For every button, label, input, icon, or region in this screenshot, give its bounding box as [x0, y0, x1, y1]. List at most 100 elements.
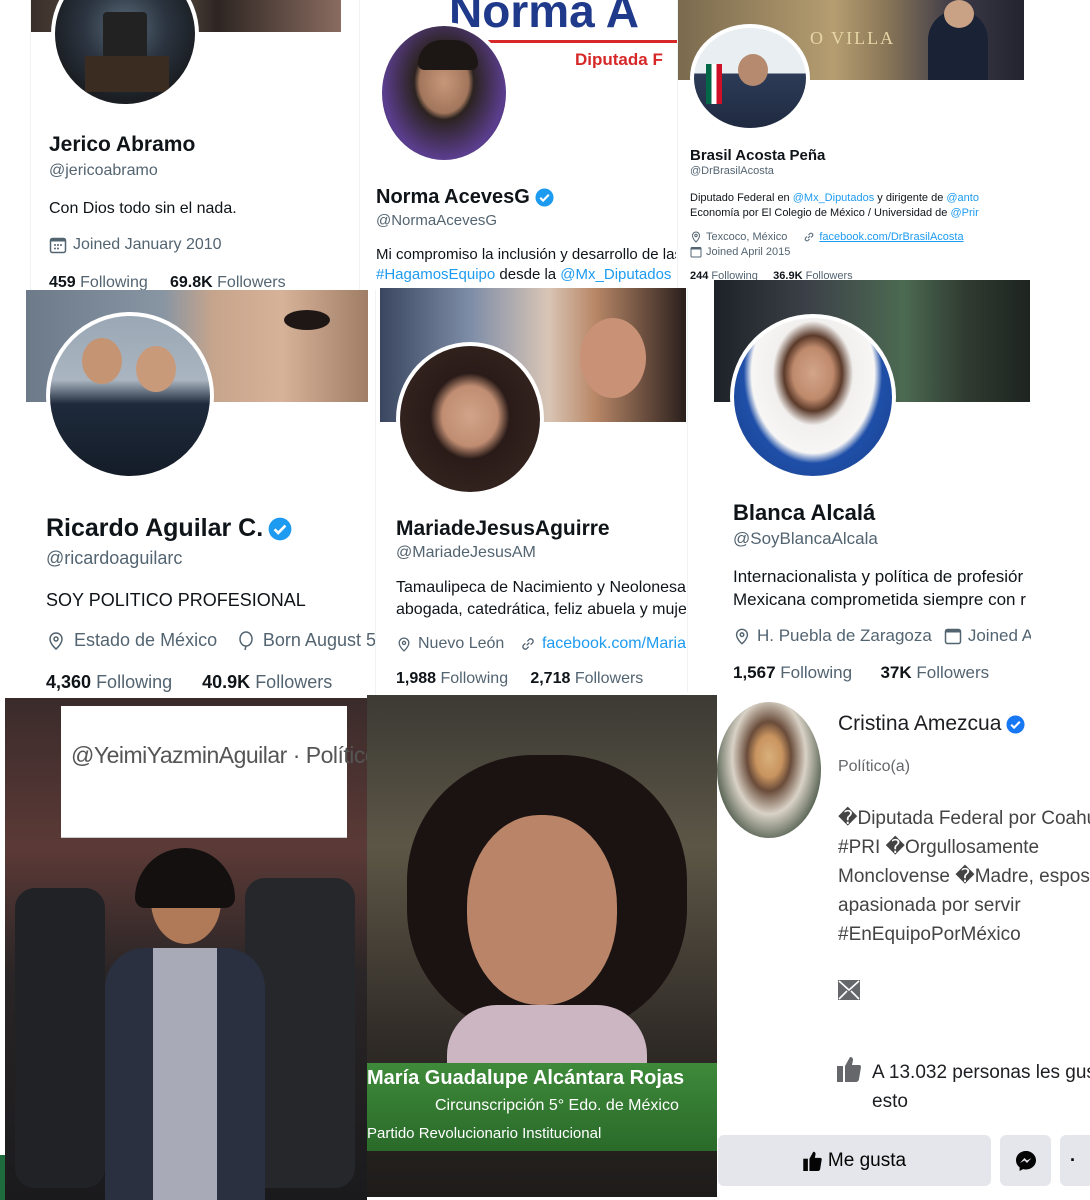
follow-stats: 4,360 Following 40.9K Followers	[46, 672, 332, 693]
location-text: Estado de México	[74, 630, 218, 650]
calendar-icon	[690, 247, 702, 258]
banner-text: O VILLA	[810, 28, 896, 48]
profile-card-mariadejesus: MariadeJesusAguirre @MariadeJesusAM Tama…	[378, 288, 688, 692]
location-text: Nuevo León	[418, 635, 505, 652]
mention-link-2[interactable]: @anto	[946, 192, 979, 204]
joined-date: Joined January 2010	[49, 236, 222, 254]
page-category: Político(a)	[838, 758, 911, 775]
avatar[interactable]	[717, 702, 821, 838]
link-icon	[522, 638, 534, 650]
location-pin-icon	[735, 628, 749, 645]
like-button-label: Me gusta	[827, 1149, 907, 1171]
profile-bio-line1: Tamaulipeca de Nacimiento y Neolonesa	[396, 579, 686, 596]
following-link[interactable]: 4,360 Following	[46, 672, 172, 692]
avatar[interactable]	[730, 314, 896, 480]
link-icon	[805, 232, 814, 242]
thumbs-up-icon	[837, 1057, 861, 1082]
profile-bio-line1: Mi compromiso la inclusión y desarrollo …	[376, 246, 676, 263]
avatar[interactable]	[378, 22, 510, 164]
following-link[interactable]: 1,988 Following	[396, 670, 508, 687]
mention-link[interactable]: @Mx_Diputados	[560, 266, 671, 283]
profile-name: Brasil Acosta Peña	[690, 147, 826, 164]
joined-text: Joined April 2015	[706, 246, 791, 258]
photo-seat-left	[15, 888, 105, 1188]
person-figure	[407, 755, 687, 1085]
followers-link[interactable]: 37K Followers	[880, 663, 989, 682]
verified-badge-icon	[268, 517, 292, 540]
profile-handle[interactable]: @jericoabramo	[49, 162, 158, 180]
profile-bio-line2: Economía por El Colegio de México / Univ…	[690, 207, 979, 219]
more-icon: ·	[1070, 1150, 1076, 1170]
caption-name: María Guadalupe Alcántara Rojas	[367, 1067, 685, 1089]
left-edge-strip	[0, 1155, 5, 1200]
joined-date: Joined April 2015	[690, 246, 790, 258]
location-joined-row: H. Puebla de Zaragoza Joined A	[733, 626, 1031, 646]
profile-handle[interactable]: @NormaAcevesG	[376, 212, 497, 229]
caption-box: @YeimiYazminAguilar · Político(a)	[61, 706, 367, 838]
location-pin-icon	[49, 631, 63, 650]
page-name[interactable]: Cristina Amezcua	[838, 712, 1001, 736]
profile-name: Ricardo Aguilar C.	[46, 514, 264, 542]
verified-badge-icon	[1006, 714, 1025, 734]
calendar-icon	[944, 628, 962, 645]
location-pin-icon	[691, 231, 701, 243]
joined-text: Joined January 2010	[73, 236, 222, 253]
profile-card-ricardo: Ricardo Aguilar C. @ricardoaguilarc SOY …	[26, 290, 376, 696]
follow-stats: 1,988 Following 2,718 Followers	[396, 670, 643, 688]
profile-name: Blanca Alcalá	[733, 500, 876, 525]
likes-count: A 13.032 personas les gusta esto	[872, 1062, 1090, 1112]
profile-bio: SOY POLITICO PROFESIONAL	[46, 590, 306, 610]
avatar[interactable]	[396, 342, 544, 496]
hashtag-link[interactable]: #HagamosEquipo	[376, 266, 495, 283]
location-text: Texcoco, México	[706, 231, 788, 243]
caption-line3: Partido Revolucionario Institucional	[367, 1125, 602, 1142]
balloon-icon	[239, 630, 253, 650]
followers-link[interactable]: 69.8K Followers	[170, 274, 286, 291]
profile-name: MariadeJesusAguirre	[396, 517, 610, 540]
website-link[interactable]: facebook.com/Maria	[542, 635, 686, 653]
caption-text: @YeimiYazminAguilar · Político(a)	[71, 742, 367, 768]
profile-handle[interactable]: @MariadeJesusAM	[396, 544, 536, 562]
thumbs-up-icon	[803, 1151, 822, 1171]
messenger-button[interactable]	[1000, 1135, 1051, 1186]
profile-bio: Con Dios todo sin el nada.	[49, 200, 237, 217]
joined-text: Joined A	[967, 626, 1031, 645]
followers-link[interactable]: 40.9K Followers	[202, 672, 332, 692]
mention-link[interactable]: @Mx_Diputados	[793, 192, 874, 204]
caption-bar: María Guadalupe Alcántara Rojas Circunsc…	[367, 1063, 717, 1151]
profile-card-brasil: O VILLA Brasil Acosta Peña @DrBrasilAcos…	[678, 0, 1026, 284]
profile-handle[interactable]: @ricardoaguilarc	[46, 548, 182, 569]
calendar-icon	[49, 237, 67, 254]
following-link[interactable]: 459 Following	[49, 274, 148, 291]
location-text: H. Puebla de Zaragoza	[757, 626, 932, 645]
location-born-row: Estado de México Born August 5	[46, 630, 376, 651]
profile-bio-line2: Mexicana comprometida siempre con r	[733, 590, 1026, 609]
more-button[interactable]: ·	[1060, 1135, 1090, 1186]
location-website-row: Nuevo León facebook.com/Maria	[396, 635, 686, 653]
profile-card-blanca: Blanca Alcalá @SoyBlancaAlcala Internaci…	[714, 280, 1032, 694]
born-text: Born August 5	[262, 630, 376, 650]
following-link[interactable]: 1,567 Following	[733, 663, 852, 682]
like-button[interactable]: Me gusta	[718, 1135, 991, 1186]
mail-icon[interactable]	[838, 980, 860, 1000]
avatar[interactable]	[51, 0, 199, 108]
profile-bio-line2: abogada, catedrática, feliz abuela y muj…	[396, 601, 686, 618]
profile-name: Jerico Abramo	[49, 133, 196, 156]
profile-handle[interactable]: @SoyBlancaAlcala	[733, 529, 878, 549]
mention-link-3[interactable]: @Prir	[950, 207, 978, 219]
person-figure	[95, 848, 275, 1200]
profile-card-norma: Norma A Diputada F Norma AcevesG @NormaA…	[360, 0, 678, 290]
profile-bio-line1: Internacionalista y política de profesió…	[733, 567, 1024, 586]
facebook-card-cristina: Cristina Amezcua Político(a) �Diputada F…	[717, 698, 1090, 1200]
follow-stats: 1,567 Following 37K Followers	[733, 663, 989, 683]
messenger-icon	[1015, 1150, 1036, 1171]
followers-link[interactable]: 2,718 Followers	[530, 670, 643, 687]
profile-name: Norma AcevesG	[376, 186, 530, 208]
caption-line2: Circunscripción 5° Edo. de México	[435, 1097, 679, 1114]
profile-handle[interactable]: @DrBrasilAcosta	[690, 165, 774, 177]
banner-subtitle: Diputada F	[575, 50, 663, 68]
avatar[interactable]	[690, 24, 810, 132]
profile-bio-line2: #HagamosEquipo desde la @Mx_Diputados	[376, 266, 672, 283]
website-link[interactable]: facebook.com/DrBrasilAcosta	[819, 231, 963, 243]
avatar[interactable]	[46, 312, 214, 480]
